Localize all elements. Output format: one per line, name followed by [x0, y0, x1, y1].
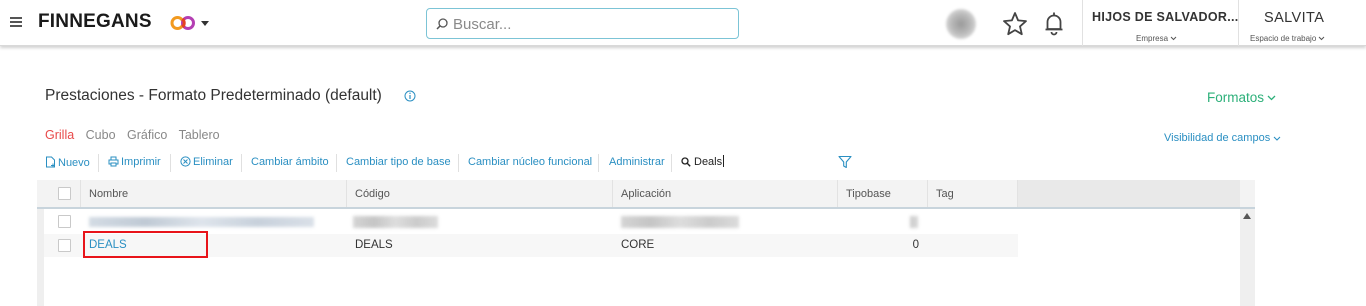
- company-name: HIJOS DE SALVADOR...: [1092, 10, 1239, 24]
- view-tabs: Grilla Cubo Gráfico Tablero: [45, 128, 228, 142]
- notifications-bell-icon[interactable]: [1043, 11, 1065, 36]
- filter-icon[interactable]: [838, 155, 852, 169]
- column-header-tipobase[interactable]: Tipobase: [838, 180, 928, 207]
- nuevo-button[interactable]: Nuevo: [45, 156, 90, 169]
- redacted-tipobase: [910, 216, 918, 228]
- row-filler: [1018, 234, 1240, 257]
- cell-aplicacion: CORE: [621, 239, 655, 251]
- toolbar-divider: [598, 154, 599, 172]
- user-avatar[interactable]: [946, 9, 976, 39]
- favorites-star-icon[interactable]: [1002, 11, 1028, 37]
- company-selector[interactable]: HIJOS DE SALVADOR... Empresa: [1083, 0, 1238, 46]
- brand-dropdown-icon[interactable]: [201, 21, 209, 26]
- workspace-name: SALVITA: [1264, 10, 1325, 26]
- workspace-label: Espacio de trabajo: [1250, 34, 1325, 43]
- select-all-checkbox[interactable]: [58, 187, 71, 200]
- chevron-down-icon: [1170, 37, 1177, 41]
- grid-search-field[interactable]: Deals: [681, 155, 725, 168]
- formatos-dropdown[interactable]: Formatos: [1207, 90, 1276, 105]
- select-all-cell: [44, 180, 81, 207]
- table-row[interactable]: DEALS DEALS CORE 0: [44, 234, 1240, 257]
- data-grid: Nombre Código Aplicación Tipobase Tag DE…: [37, 180, 1255, 306]
- cell-codigo: DEALS: [355, 239, 393, 251]
- info-icon[interactable]: [404, 90, 416, 102]
- administrar-button[interactable]: Administrar: [609, 156, 665, 168]
- global-search: [426, 8, 739, 39]
- new-document-icon: [46, 156, 55, 168]
- chevron-down-icon: [1273, 136, 1281, 141]
- workspace-selector[interactable]: SALVITA Espacio de trabajo: [1239, 0, 1366, 46]
- page-title: Prestaciones - Formato Predeterminado (d…: [45, 87, 382, 104]
- column-header-aplicacion[interactable]: Aplicación: [613, 180, 838, 207]
- chevron-down-icon: [1267, 95, 1276, 101]
- header-filler: [1018, 180, 1240, 207]
- cell-tag: [928, 234, 1018, 257]
- visibilidad-campos-dropdown[interactable]: Visibilidad de campos: [1164, 132, 1281, 144]
- hamburger-menu-icon[interactable]: [10, 17, 22, 27]
- tab-cubo[interactable]: Cubo: [86, 128, 116, 142]
- delete-circle-icon: [180, 156, 191, 167]
- printer-icon: [108, 156, 119, 167]
- scroll-up-arrow-icon[interactable]: [1243, 213, 1251, 219]
- cambiar-tipo-base-button[interactable]: Cambiar tipo de base: [346, 156, 451, 168]
- vertical-scrollbar[interactable]: [1240, 209, 1255, 306]
- grid-search-value: Deals: [694, 156, 723, 168]
- search-icon: [436, 18, 448, 30]
- toolbar-divider: [241, 154, 242, 172]
- toolbar-divider: [671, 154, 672, 172]
- toolbar-divider: [458, 154, 459, 172]
- column-header-tag[interactable]: Tag: [928, 180, 1018, 207]
- table-row[interactable]: [44, 210, 1240, 233]
- toolbar-divider: [170, 154, 171, 172]
- column-header-nombre[interactable]: Nombre: [81, 180, 347, 207]
- search-icon: [681, 157, 691, 167]
- top-bar: FINNEGANS HIJOS DE SALVADOR... Empresa S…: [0, 0, 1366, 46]
- row-checkbox[interactable]: [58, 239, 71, 252]
- finnegans-logo-icon: [170, 16, 195, 30]
- brand-name: FINNEGANS: [38, 11, 152, 32]
- redacted-aplicacion: [621, 216, 739, 228]
- row-checkbox[interactable]: [58, 215, 71, 228]
- tab-tablero[interactable]: Tablero: [179, 128, 220, 142]
- grid-header: Nombre Código Aplicación Tipobase Tag: [37, 180, 1255, 209]
- redacted-nombre: [89, 217, 314, 227]
- column-header-codigo[interactable]: Código: [347, 180, 613, 207]
- toolbar-divider: [336, 154, 337, 172]
- cambiar-nucleo-funcional-button[interactable]: Cambiar núcleo funcional: [468, 156, 592, 168]
- cambiar-ambito-button[interactable]: Cambiar ámbito: [251, 156, 329, 168]
- cell-tipobase: 0: [912, 239, 919, 251]
- global-search-input[interactable]: [453, 13, 733, 35]
- imprimir-button[interactable]: Imprimir: [108, 156, 161, 168]
- eliminar-button[interactable]: Eliminar: [180, 156, 233, 168]
- chevron-down-icon: [1318, 37, 1325, 41]
- company-label: Empresa: [1136, 34, 1177, 43]
- grid-left-gutter: [37, 209, 44, 306]
- tab-grilla[interactable]: Grilla: [45, 128, 74, 142]
- cell-nombre-link[interactable]: DEALS: [89, 234, 127, 257]
- toolbar-divider: [98, 154, 99, 172]
- text-caret: [723, 155, 725, 167]
- redacted-codigo: [353, 216, 438, 228]
- tab-grafico[interactable]: Gráfico: [127, 128, 167, 142]
